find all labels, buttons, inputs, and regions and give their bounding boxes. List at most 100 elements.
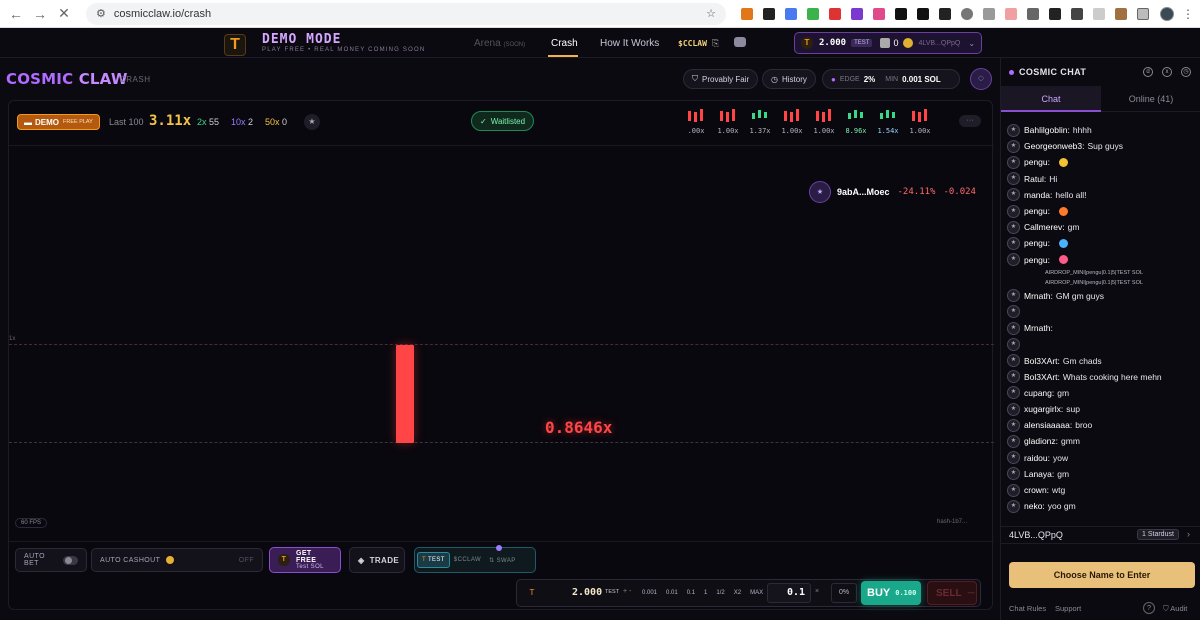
chat-username[interactable]: Lanaya: <box>1024 469 1054 479</box>
round-history-item[interactable]: .00x <box>680 107 712 139</box>
chat-user-row[interactable]: 4LVB...QPpQ 1 Stardust › <box>1001 526 1200 544</box>
quick-amount-button[interactable]: 1/2 <box>716 590 724 596</box>
stop-icon[interactable]: ✕ <box>56 5 72 22</box>
extension-icon[interactable] <box>763 7 775 20</box>
bet-amount-input[interactable]: 0.1 <box>767 583 811 603</box>
user-avatar-icon[interactable]: ★ <box>1007 483 1020 497</box>
extension-icon[interactable] <box>1005 7 1017 20</box>
round-history-item[interactable]: 1.37x <box>744 107 776 139</box>
chat-username[interactable]: Bol3XArt: <box>1024 372 1060 382</box>
chat-username[interactable]: Bol3XArt: <box>1024 356 1060 366</box>
user-avatar-icon[interactable]: ★ <box>1007 289 1020 303</box>
quick-amount-button[interactable]: 1 <box>704 590 707 596</box>
round-history-item[interactable]: 1.00x <box>776 107 808 139</box>
extension-icon[interactable] <box>1093 7 1105 20</box>
percent-button[interactable]: 0% <box>831 583 857 603</box>
history-button[interactable]: ◷ History <box>762 69 816 89</box>
auto-bet-toggle[interactable]: AUTO BET <box>15 548 87 572</box>
wallet-button[interactable]: T 2.000 TEST 0 4LVB...QPpQ ⌄ <box>794 32 982 54</box>
seg-swap[interactable]: ⇅ SWAP <box>485 553 520 568</box>
user-avatar-icon[interactable]: ★ <box>1007 370 1020 384</box>
chat-username[interactable]: cupang: <box>1024 388 1054 398</box>
user-avatar-icon[interactable]: ★ <box>1007 499 1020 513</box>
address-bar[interactable]: ⚙ cosmicclaw.io/crash ☆ <box>86 2 726 25</box>
get-free-button[interactable]: T GET FREE Test SOL <box>269 547 341 573</box>
extension-icon[interactable] <box>1049 7 1061 20</box>
support-link[interactable]: Support <box>1055 604 1081 613</box>
chat-username[interactable]: crown: <box>1024 485 1049 495</box>
user-avatar-icon[interactable]: ★ <box>1007 386 1020 400</box>
extension-icon[interactable] <box>1071 7 1083 20</box>
user-avatar-icon[interactable]: ★ <box>1007 253 1020 267</box>
quick-amount-button[interactable]: 0.01 <box>666 590 678 596</box>
trade-button[interactable]: ◈ TRADE <box>349 547 405 573</box>
user-avatar-icon[interactable]: ★ <box>1007 451 1020 465</box>
copy-icon[interactable]: ⎘ <box>712 38 719 49</box>
slider-knob[interactable] <box>166 556 175 564</box>
logo-icon[interactable]: T <box>224 34 246 56</box>
tab-chat[interactable]: Chat <box>1001 86 1101 112</box>
extension-icon[interactable] <box>741 7 753 20</box>
toggle-switch[interactable] <box>63 555 78 565</box>
x-icon[interactable]: x <box>1162 67 1172 77</box>
user-avatar-icon[interactable]: ★ <box>1007 204 1020 218</box>
extension-icon[interactable] <box>983 7 995 20</box>
user-avatar-icon[interactable]: ★ <box>1007 402 1020 416</box>
user-avatar-icon[interactable]: ★ <box>1007 321 1020 335</box>
discord-icon[interactable] <box>734 37 746 47</box>
extension-icon[interactable] <box>807 7 819 20</box>
choose-name-button[interactable]: Choose Name to Enter <box>1009 562 1195 588</box>
user-avatar-icon[interactable]: ★ <box>1007 172 1020 186</box>
seg-cclaw[interactable]: $CCLAW <box>450 553 485 567</box>
waitlisted-badge[interactable]: ✓ Waitlisted <box>471 111 535 131</box>
round-history-item[interactable]: 1.00x <box>808 107 840 139</box>
user-avatar-icon[interactable]: ★ <box>1007 236 1020 250</box>
auto-cashout-field[interactable]: AUTO CASHOUT OFF <box>91 548 263 572</box>
quick-amount-button[interactable]: 0.1 <box>687 590 695 596</box>
sell-button[interactable]: SELL — <box>927 581 977 605</box>
chat-username[interactable]: pengu: <box>1024 206 1050 216</box>
user-avatar-icon[interactable]: ★ <box>1007 155 1020 169</box>
profile-avatar[interactable] <box>1160 6 1174 21</box>
chat-username[interactable]: Ratul: <box>1024 174 1046 184</box>
user-avatar-icon[interactable]: ★ <box>1007 139 1020 153</box>
tab-online[interactable]: Online (41) <box>1101 86 1200 112</box>
extension-icon[interactable] <box>939 7 951 20</box>
chat-username[interactable]: Mrnath: <box>1024 291 1053 301</box>
round-history-item[interactable]: 1.54x <box>872 107 904 139</box>
quick-amount-button[interactable]: MAX <box>750 590 763 596</box>
chat-username[interactable]: pengu: <box>1024 238 1050 248</box>
chat-rules-link[interactable]: Chat Rules <box>1009 604 1046 613</box>
site-info-icon[interactable]: ⚙ <box>96 7 106 20</box>
user-avatar-icon[interactable]: ★ <box>1007 354 1020 368</box>
round-history-item[interactable]: 1.00x <box>904 107 936 139</box>
extension-icon[interactable] <box>961 7 973 20</box>
user-avatar-icon[interactable]: ★ <box>1007 305 1020 319</box>
nav-arena[interactable]: Arena (SOON) <box>474 38 525 49</box>
chat-username[interactable]: raidou: <box>1024 453 1050 463</box>
chat-username[interactable]: Callmerev: <box>1024 222 1065 232</box>
chat-username[interactable]: Georgeonweb3: <box>1024 141 1085 151</box>
discord-icon[interactable]: d <box>1143 67 1153 77</box>
extension-icon[interactable] <box>1115 7 1127 20</box>
user-avatar-icon[interactable]: ★ <box>1007 220 1020 234</box>
nav-crash[interactable]: Crash <box>551 38 578 49</box>
chat-username[interactable]: gladionz: <box>1024 436 1058 446</box>
seg-test[interactable]: T TEST <box>417 552 450 568</box>
audit-link[interactable]: ⛉ Audit <box>1163 604 1187 614</box>
extension-icon[interactable] <box>785 7 797 20</box>
quick-amount-button[interactable]: 0.001 <box>642 590 657 596</box>
provably-fair-button[interactable]: ⛉ Provably Fair <box>683 69 759 89</box>
extension-icon[interactable] <box>1027 7 1039 20</box>
extension-icon[interactable] <box>829 7 841 20</box>
help-icon[interactable]: ? <box>1143 602 1155 614</box>
user-avatar-icon[interactable]: ★ <box>1007 123 1020 137</box>
quick-amount-button[interactable]: X2 <box>734 590 741 596</box>
user-avatar-icon[interactable]: ★ <box>1007 188 1020 202</box>
extension-icon[interactable] <box>895 7 907 20</box>
chat-username[interactable]: xugargirlx: <box>1024 404 1063 414</box>
forward-icon[interactable]: → <box>32 6 48 22</box>
chat-username[interactable]: pengu: <box>1024 157 1050 167</box>
nav-cclaw[interactable]: $CCLAW <box>678 39 707 48</box>
clock-icon[interactable]: ◷ <box>1181 67 1191 77</box>
